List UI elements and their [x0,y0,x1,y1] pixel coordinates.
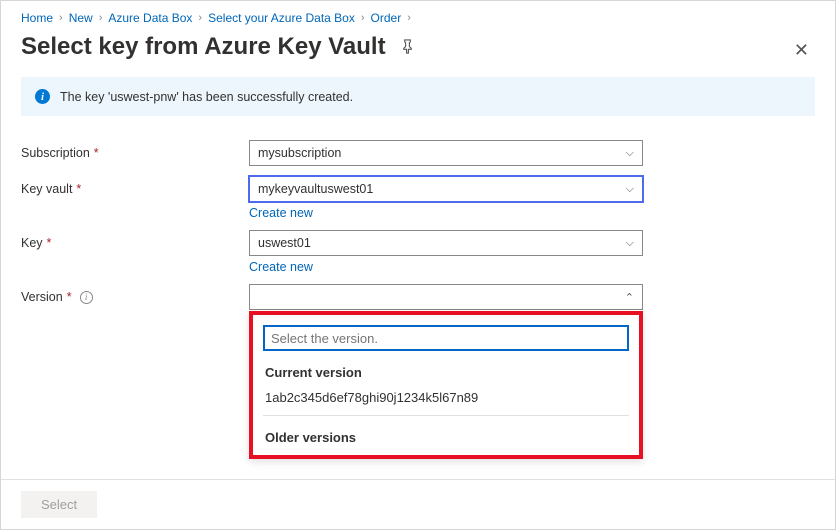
breadcrumb-home[interactable]: Home [21,11,53,25]
chevron-right-icon: › [407,12,411,24]
chevron-right-icon: › [198,12,202,24]
chevron-right-icon: › [361,12,365,24]
breadcrumb: Home › New › Azure Data Box › Select you… [21,5,815,27]
breadcrumb-select-your-box[interactable]: Select your Azure Data Box [208,11,355,25]
version-dropdown: Current version 1ab2c345d6ef78ghi90j1234… [249,311,643,459]
version-select[interactable]: ⌃ [249,284,643,310]
banner-text: The key 'uswest-pnw' has been successful… [60,90,353,104]
keyvault-create-new-link[interactable]: Create new [249,206,313,220]
breadcrumb-order[interactable]: Order [371,11,402,25]
success-banner: i The key 'uswest-pnw' has been successf… [21,77,815,116]
page-title: Select key from Azure Key Vault [21,33,415,61]
subscription-select[interactable]: mysubscription ⌵ [249,140,643,166]
keyvault-select[interactable]: mykeyvaultuswest01 ⌵ [249,176,643,202]
breadcrumb-new[interactable]: New [69,11,93,25]
key-create-new-link[interactable]: Create new [249,260,313,274]
version-search-input[interactable] [263,325,629,351]
keyvault-label: Key vault* [21,176,249,196]
chevron-down-icon: ⌵ [626,183,634,196]
pin-icon[interactable] [400,39,415,58]
version-label: Version* i [21,284,249,304]
chevron-right-icon: › [99,12,103,24]
key-select[interactable]: uswest01 ⌵ [249,230,643,256]
current-version-heading: Current version [265,365,627,380]
version-option[interactable]: 1ab2c345d6ef78ghi90j1234k5l67n89 [263,388,629,416]
older-versions-heading: Older versions [265,430,627,445]
chevron-up-icon: ⌃ [625,291,634,304]
close-icon[interactable]: ✕ [788,35,815,65]
info-icon: i [35,89,50,104]
key-label: Key* [21,230,249,250]
breadcrumb-azure-data-box[interactable]: Azure Data Box [108,11,192,25]
chevron-down-icon: ⌵ [626,147,634,160]
chevron-right-icon: › [59,12,63,24]
subscription-label: Subscription* [21,140,249,160]
footer-bar: Select [1,479,835,529]
select-button[interactable]: Select [21,491,97,518]
info-icon[interactable]: i [80,291,93,304]
chevron-down-icon: ⌵ [626,237,634,250]
